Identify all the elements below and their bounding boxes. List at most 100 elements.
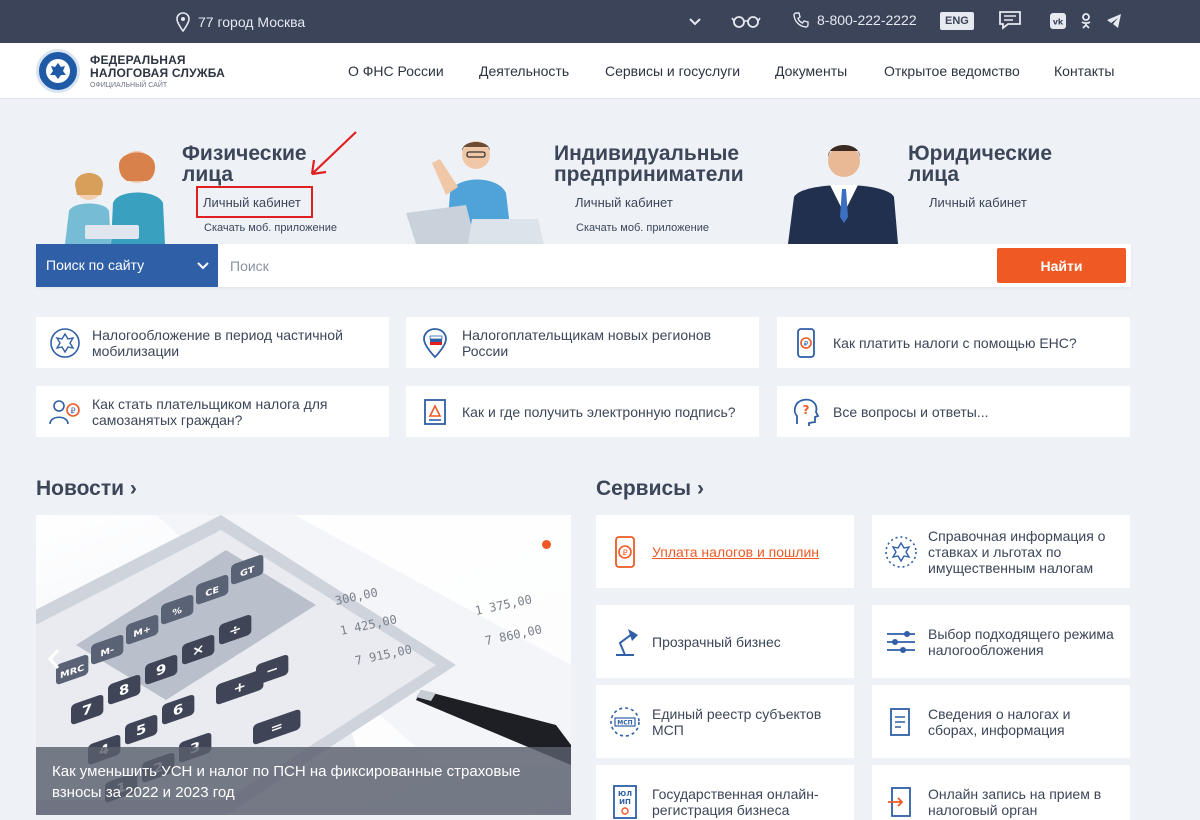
- chevron-down-icon[interactable]: [688, 14, 702, 28]
- annotation-highlight-box: [196, 186, 313, 218]
- map-pin-icon: [176, 12, 190, 32]
- desk-lamp-icon: [608, 625, 642, 659]
- fns-emblem-icon: [48, 326, 82, 360]
- phone-number: 8-800-222-2222: [817, 12, 917, 28]
- service-appointment[interactable]: Онлайн запись на прием в налоговый орган: [872, 765, 1130, 820]
- quick-card-ens[interactable]: ₽ Как платить налоги с помощью ЕНС?: [777, 317, 1130, 368]
- service-label[interactable]: Уплата налогов и пошлин: [652, 544, 819, 560]
- region-pin-flag-icon: [418, 326, 452, 360]
- search-input[interactable]: [230, 244, 990, 287]
- search-submit-button[interactable]: Найти: [997, 248, 1126, 283]
- accessibility-glasses-icon[interactable]: [731, 14, 761, 28]
- svg-text:₽: ₽: [804, 340, 809, 348]
- legal-entities-personal-account-link[interactable]: Личный кабинет: [929, 195, 1027, 210]
- location-label: 77 город Москва: [198, 14, 306, 30]
- service-tax-info[interactable]: Сведения о налогах и сборах, информация: [872, 685, 1130, 758]
- service-transparent-business[interactable]: Прозрачный бизнес: [596, 605, 854, 678]
- quick-card-mobilization[interactable]: Налогообложение в период частичной мобил…: [36, 317, 389, 368]
- annotation-arrow-icon: [310, 131, 357, 176]
- svg-text:₽: ₽: [622, 548, 627, 557]
- individuals-illustration: [65, 151, 165, 244]
- ul-ip-document-icon: ЮЛ ИП: [608, 784, 642, 819]
- service-msp-registry[interactable]: МСП Единый реестр субъектов МСП: [596, 685, 854, 758]
- telegram-icon[interactable]: [1106, 13, 1122, 29]
- language-switch-button[interactable]: ENG: [940, 12, 974, 30]
- quick-card-label: Как платить налоги с помощью ЕНС?: [833, 334, 1077, 351]
- question-head-icon: ?: [789, 395, 823, 429]
- main-header: ФЕДЕРАЛЬНАЯ НАЛОГОВАЯ СЛУЖБА ОФИЦИАЛЬНЫЙ…: [0, 43, 1200, 99]
- site-logo[interactable]: ФЕДЕРАЛЬНАЯ НАЛОГОВАЯ СЛУЖБА ОФИЦИАЛЬНЫЙ…: [36, 49, 225, 93]
- service-label: Онлайн запись на прием в налоговый орган: [928, 785, 1102, 818]
- phone-icon: [793, 12, 809, 28]
- phone-ruble-icon: ₽: [789, 326, 823, 360]
- svg-text:ИП: ИП: [619, 798, 631, 806]
- nav-activity[interactable]: Деятельность: [479, 63, 569, 79]
- svg-text:МСП: МСП: [617, 719, 632, 726]
- news-section-title[interactable]: Новости ›: [36, 477, 137, 501]
- service-label: Единый реестр субъектов МСП: [652, 705, 822, 738]
- odnoklassniki-icon[interactable]: [1080, 13, 1092, 29]
- document-stack-icon: [884, 705, 918, 739]
- quick-card-label: Как и где получить электронную подпись?: [462, 403, 736, 420]
- quick-card-label: Налогоплательщикам новых регионов России: [462, 326, 712, 359]
- self-employed-icon: ₽: [48, 395, 82, 429]
- logo-line-2: НАЛОГОВАЯ СЛУЖБА: [90, 65, 226, 80]
- individuals-title: Физические лица: [182, 142, 307, 186]
- entrepreneurs-mobile-app-link[interactable]: Скачать моб. приложение: [576, 222, 709, 234]
- chevron-down-icon: [197, 262, 209, 270]
- service-label: Выбор подходящего режима налогообложения: [928, 625, 1114, 658]
- quick-card-label: Все вопросы и ответы...: [833, 403, 989, 420]
- sliders-icon: [884, 625, 918, 659]
- social-links: vk: [1050, 13, 1122, 29]
- site-search-bar: Поиск по сайту Найти: [36, 244, 1131, 287]
- msp-registry-icon: МСП: [608, 705, 642, 739]
- search-scope-select[interactable]: Поиск по сайту: [36, 244, 218, 287]
- fns-emblem-icon: [36, 49, 80, 93]
- entrepreneurs-personal-account-link[interactable]: Личный кабинет: [575, 195, 673, 210]
- nav-contacts[interactable]: Контакты: [1054, 63, 1114, 79]
- nav-services[interactable]: Сервисы и госуслуги: [605, 63, 740, 79]
- service-label: Сведения о налогах и сборах, информация: [928, 705, 1071, 738]
- service-tax-payment[interactable]: ₽ Уплата налогов и пошлин: [596, 515, 854, 588]
- location-selector[interactable]: 77 город Москва: [176, 12, 305, 32]
- phone-ruble-icon: ₽: [608, 535, 642, 569]
- entrepreneurs-title: Индивидуальные предприниматели: [554, 142, 744, 186]
- legal-entities-title: Юридические лица: [908, 142, 1053, 186]
- news-caption[interactable]: Как уменьшить УСН и налог по ПСН на фикс…: [36, 747, 571, 815]
- nav-open-agency[interactable]: Открытое ведомство: [884, 63, 1020, 79]
- news-carousel[interactable]: MRCM-M+%CEGT789456123×÷+−= 300,001 425,0…: [36, 515, 571, 815]
- vk-icon[interactable]: vk: [1050, 13, 1066, 29]
- svg-text:?: ?: [803, 403, 810, 417]
- carousel-dot-active[interactable]: [542, 540, 551, 549]
- logo-line-3: ОФИЦИАЛЬНЫЙ САЙТ: [90, 81, 168, 89]
- quick-card-label: Как стать плательщиком налога для самоза…: [92, 395, 328, 428]
- service-label: Справочная информация о ставках и льгота…: [928, 527, 1106, 576]
- quick-card-self-employed[interactable]: ₽ Как стать плательщиком налога для само…: [36, 386, 389, 437]
- service-online-registration[interactable]: ЮЛ ИП Государственная онлайн-регистрация …: [596, 765, 854, 820]
- fns-emblem-dots-icon: [884, 535, 918, 569]
- search-scope-label: Поиск по сайту: [46, 257, 145, 273]
- svg-text:ЮЛ: ЮЛ: [618, 790, 632, 798]
- svg-text:₽: ₽: [70, 406, 75, 415]
- service-property-tax-rates[interactable]: Справочная информация о ставках и льгота…: [872, 515, 1130, 588]
- nav-about[interactable]: О ФНС России: [348, 63, 444, 79]
- top-bar: 77 город Москва 8-800-222-2222 ENG vk: [0, 0, 1200, 43]
- svg-text:vk: vk: [1053, 18, 1064, 27]
- chevron-left-icon[interactable]: [46, 647, 62, 671]
- service-tax-regime-choice[interactable]: Выбор подходящего режима налогообложения: [872, 605, 1130, 678]
- services-section-title[interactable]: Сервисы ›: [596, 477, 704, 501]
- logo-line-1: ФЕДЕРАЛЬНАЯ: [90, 52, 186, 67]
- service-label: Государственная онлайн-регистрация бизне…: [652, 785, 819, 818]
- quick-card-e-signature[interactable]: Как и где получить электронную подпись?: [406, 386, 759, 437]
- service-label: Прозрачный бизнес: [652, 633, 781, 650]
- nav-documents[interactable]: Документы: [775, 63, 847, 79]
- quick-card-label: Налогообложение в период частичной мобил…: [92, 326, 343, 359]
- door-entry-icon: [884, 785, 918, 819]
- hotline-phone[interactable]: 8-800-222-2222: [793, 12, 917, 28]
- entrepreneurs-illustration: [406, 141, 544, 244]
- individuals-mobile-app-link[interactable]: Скачать моб. приложение: [204, 222, 337, 234]
- e-signature-icon: [418, 395, 452, 429]
- quick-card-new-regions[interactable]: Налогоплательщикам новых регионов России: [406, 317, 759, 368]
- quick-card-faq[interactable]: ? Все вопросы и ответы...: [777, 386, 1130, 437]
- feedback-chat-icon[interactable]: [998, 10, 1022, 30]
